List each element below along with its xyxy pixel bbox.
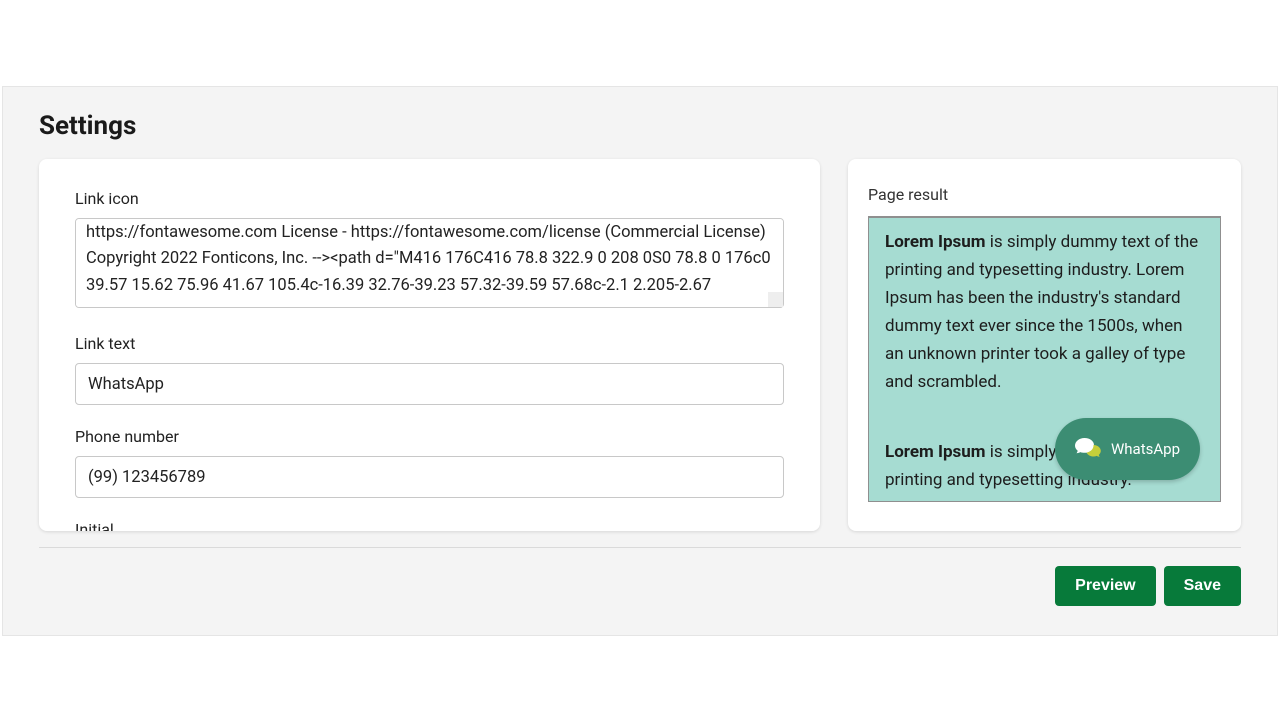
save-button[interactable]: Save	[1164, 566, 1241, 606]
preview-button[interactable]: Preview	[1055, 566, 1155, 606]
page-title: Settings	[39, 111, 1241, 141]
phone-number-label: Phone number	[75, 427, 784, 446]
preview-text-1: is simply dummy text of the printing and…	[885, 232, 1198, 392]
chat-bubbles-icon	[1075, 438, 1101, 460]
link-icon-label: Link icon	[75, 189, 784, 208]
whatsapp-pill-label: WhatsApp	[1111, 440, 1180, 458]
initial-message-label-peek: Initial…	[75, 520, 784, 531]
page-container: Settings Link icon Link text Phone numbe…	[2, 86, 1278, 636]
footer-divider	[39, 547, 1241, 548]
preview-strong-1: Lorem Ipsum	[885, 232, 986, 252]
phone-number-input[interactable]	[75, 456, 784, 498]
settings-form-card[interactable]: Link icon Link text Phone number Initial…	[39, 159, 820, 531]
page-result-label: Page result	[868, 185, 1221, 204]
whatsapp-floating-button[interactable]: WhatsApp	[1055, 418, 1200, 480]
preview-strong-2: Lorem Ipsum	[885, 442, 986, 462]
link-text-label: Link text	[75, 334, 784, 353]
link-text-input[interactable]	[75, 363, 784, 405]
link-icon-input[interactable]	[75, 218, 784, 308]
footer-buttons: Preview Save	[39, 566, 1241, 606]
